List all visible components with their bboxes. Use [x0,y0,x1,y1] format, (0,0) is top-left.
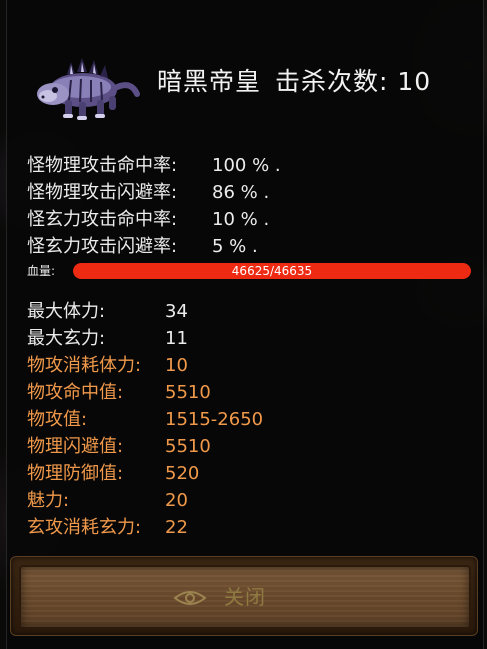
attribute-row: 物理防御值: 520 [27,460,467,487]
attribute-row: 物理闪避值: 5510 [27,433,467,460]
rate-value: 10 % . [212,209,270,230]
attribute-value: 10 [165,355,188,376]
close-bar-frame: 关闭 [10,556,478,636]
attribute-label: 物理防御值: [27,463,124,484]
rate-row: 怪物理攻击闪避率: 86 % . [27,179,427,206]
rate-label: 怪物理攻击闪避率: [27,182,178,203]
rate-value: 100 % . [212,155,281,176]
hit-rate-list: 怪物理攻击命中率: 100 % . 怪物理攻击闪避率: 86 % . 怪玄力攻击命中… [27,152,427,260]
attribute-row: 魅力: 20 [27,487,467,514]
monster-name: 暗黑帝皇 [157,67,262,96]
attribute-row: 物攻消耗体力: 10 [27,352,467,379]
attribute-value: 20 [165,490,188,511]
attribute-value: 5510 [165,436,211,457]
attribute-label: 物攻命中值: [27,382,124,403]
rate-value: 5 % . [212,236,258,257]
hp-value-text: 46625/46635 [231,264,313,278]
kill-count-value: 10 [397,67,432,96]
attribute-label: 物攻值: [27,409,88,430]
attribute-label: 物理闪避值: [27,436,124,457]
rate-row: 怪玄力攻击命中率: 10 % . [27,206,427,233]
attribute-row: 最大玄力: 11 [27,325,467,352]
monster-info-panel: 暗黑帝皇 击杀次数: 10 怪物理攻击命中率: 100 % . 怪物理攻击闪避率: 8… [6,0,484,649]
attribute-row: 最大体力: 34 [27,298,467,325]
attribute-label: 最大体力: [27,301,106,322]
hp-label: 血量: [27,264,56,278]
attribute-value: 520 [165,463,200,484]
attribute-value: 11 [165,328,188,349]
attribute-row: 物攻值: 1515-2650 [27,406,467,433]
rate-row: 怪物理攻击命中率: 100 % . [27,152,427,179]
rate-label: 怪玄力攻击命中率: [27,209,178,230]
attribute-label: 物攻消耗体力: [27,355,142,376]
attribute-row: 玄攻消耗玄力: 22 [27,514,467,541]
attribute-list: 最大体力: 34 最大玄力: 11 物攻消耗体力: 10 物攻命中值: 5510 物攻值… [27,298,467,541]
rate-row: 怪玄力攻击闪避率: 5 % . [27,233,427,260]
attribute-row: 物攻命中值: 5510 [27,379,467,406]
monster-header: 暗黑帝皇 击杀次数: 10 [157,62,431,98]
attribute-value: 1515-2650 [165,409,264,430]
attribute-label: 魅力: [27,490,70,511]
close-button-label: 关闭 [224,585,266,609]
attribute-value: 5510 [165,382,211,403]
monster-portrait-icon [37,58,140,120]
attribute-value: 22 [165,517,188,538]
attribute-value: 34 [165,301,188,322]
close-button[interactable]: 关闭 [19,565,471,629]
kill-count-label: 击杀次数: [275,67,389,96]
hp-row: 血量: 46625/46635 [27,262,473,280]
hp-bar: 46625/46635 [73,263,471,279]
rate-label: 怪物理攻击命中率: [27,155,178,176]
rate-value: 86 % . [212,182,270,203]
monster-info-screen: 暗黑帝皇 击杀次数: 10 怪物理攻击命中率: 100 % . 怪物理攻击闪避率: 8… [0,0,487,649]
rate-label: 怪玄力攻击闪避率: [27,236,178,257]
attribute-label: 最大玄力: [27,328,106,349]
attribute-label: 玄攻消耗玄力: [27,517,142,538]
